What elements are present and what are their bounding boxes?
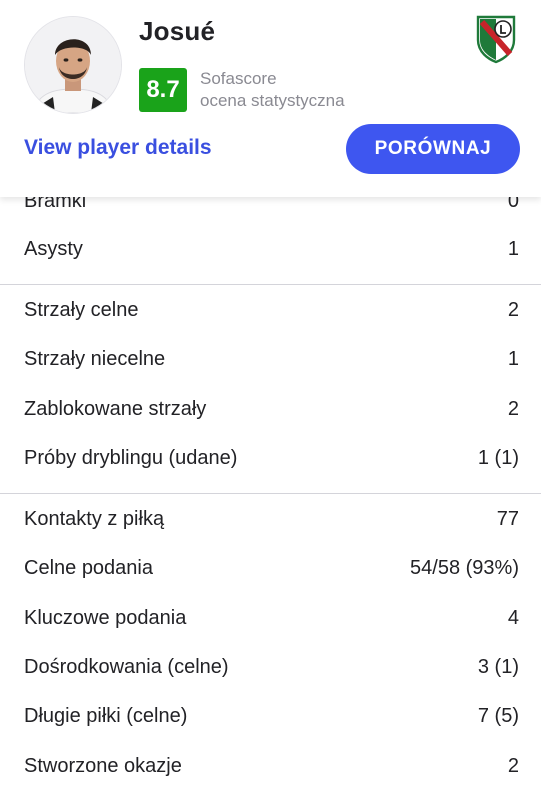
player-photo-icon [25, 17, 121, 113]
stat-value: 1 [507, 347, 519, 370]
stat-row-long-balls: Długie piłki (celne) 7 (5) [24, 701, 519, 731]
stat-value: 4 [507, 606, 519, 629]
stat-value: 7 (5) [477, 704, 519, 727]
rating-source-name: Sofascore [200, 69, 277, 88]
stat-label: Kontakty z piłką [24, 507, 165, 530]
stat-row-shots-off-target: Strzały niecelne 1 [24, 344, 519, 374]
stat-row-touches: Kontakty z piłką 77 [24, 504, 519, 534]
stat-row-big-chances-created: Stworzone okazje 2 [24, 751, 519, 781]
stat-label: Strzały niecelne [24, 347, 166, 370]
stat-value: 1 (1) [477, 446, 519, 469]
player-header: Josué 8.7 Sofascore ocena statystyczna V… [0, 0, 541, 197]
stat-label: Dośrodkowania (celne) [24, 655, 229, 678]
rating-badge: 8.7 [139, 68, 187, 112]
stat-label: Celne podania [24, 556, 153, 579]
stat-value: 54/58 (93%) [410, 556, 519, 579]
stat-label: Zablokowane strzały [24, 397, 207, 420]
stat-label: Kluczowe podania [24, 606, 187, 629]
player-avatar [24, 16, 122, 114]
stat-value: 2 [507, 754, 519, 777]
player-name: Josué [139, 16, 216, 46]
stat-row-crosses: Dośrodkowania (celne) 3 (1) [24, 652, 519, 682]
stat-label: Próby dryblingu (udane) [24, 446, 238, 469]
stat-row-assists: Asysty 1 [24, 234, 519, 264]
legia-warszawa-crest-icon[interactable] [476, 14, 516, 64]
stat-value: 2 [507, 298, 519, 321]
view-player-details-link[interactable]: View player details [24, 136, 212, 160]
stat-value: 2 [507, 397, 519, 420]
stat-row-key-passes: Kluczowe podania 4 [24, 603, 519, 633]
stat-value: 1 [507, 237, 519, 260]
compare-button[interactable]: PORÓWNAJ [346, 124, 520, 174]
stat-value: 3 (1) [477, 655, 519, 678]
stat-row-dribbles: Próby dryblingu (udane) 1 (1) [24, 443, 519, 473]
stat-label: Strzały celne [24, 298, 139, 321]
stat-row-shots-on-target: Strzały celne 2 [24, 295, 519, 325]
rating-source: Sofascore ocena statystyczna [200, 68, 345, 112]
stat-row-accurate-passes: Celne podania 54/58 (93%) [24, 553, 519, 583]
stat-label: Stworzone okazje [24, 754, 182, 777]
stat-label: Długie piłki (celne) [24, 704, 188, 727]
section-divider [0, 493, 541, 494]
section-divider [0, 284, 541, 285]
stat-label: Asysty [24, 237, 83, 260]
stat-value: 77 [496, 507, 519, 530]
rating-source-desc: ocena statystyczna [200, 91, 345, 110]
stat-row-blocked-shots: Zablokowane strzały 2 [24, 394, 519, 424]
